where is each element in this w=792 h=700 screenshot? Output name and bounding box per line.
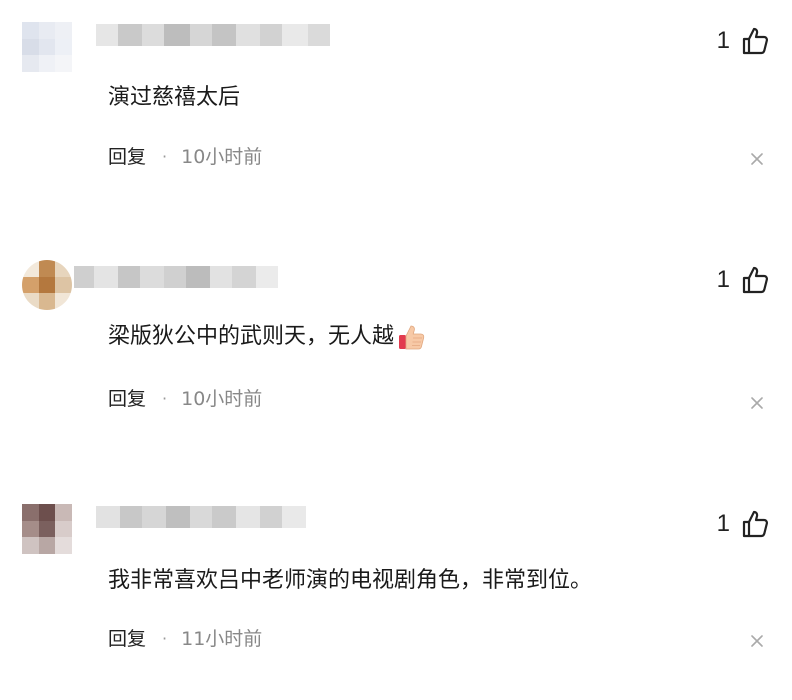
- comment-item: 1 演过慈禧太后 回复 · 10小时前: [0, 0, 792, 240]
- comment-body: 我非常喜欢吕中老师演的电视剧角色，非常到位。: [108, 568, 593, 593]
- separator-dot: ·: [162, 629, 168, 648]
- timestamp: 10小时前: [181, 146, 263, 168]
- username-blurred[interactable]: [96, 506, 306, 528]
- like-button[interactable]: [738, 507, 772, 541]
- close-button[interactable]: [748, 394, 766, 412]
- separator-dot: ·: [162, 147, 168, 166]
- timestamp: 10小时前: [181, 388, 263, 410]
- like-count: 1: [716, 510, 730, 537]
- avatar[interactable]: [22, 260, 72, 310]
- close-icon: [751, 397, 763, 409]
- thumbs-up-icon: [742, 27, 769, 55]
- avatar[interactable]: [22, 504, 72, 554]
- close-icon: [751, 153, 763, 165]
- avatar[interactable]: [22, 22, 72, 72]
- close-icon: [751, 635, 763, 647]
- comment-meta: 回复 · 10小时前: [108, 144, 262, 170]
- thumbs-up-icon: [742, 266, 769, 294]
- like-count: 1: [716, 27, 730, 54]
- comment-body: 演过慈禧太后: [108, 85, 241, 110]
- separator-dot: ·: [162, 389, 168, 408]
- timestamp: 11小时前: [181, 628, 263, 650]
- username-blurred[interactable]: [74, 266, 278, 288]
- close-button[interactable]: [748, 150, 766, 168]
- reply-button[interactable]: 回复: [108, 386, 146, 412]
- like-button[interactable]: [738, 24, 772, 58]
- close-button[interactable]: [748, 632, 766, 650]
- comment-body: 梁版狄公中的武则天，无人越: [108, 324, 395, 349]
- comment-meta: 回复 · 10小时前: [108, 386, 262, 412]
- comment-text: 梁版狄公中的武则天，无人越: [108, 322, 426, 352]
- thumbs-up-emoji-icon: [399, 325, 425, 350]
- comment-item: 1 梁版狄公中的武则天，无人越 回复 · 10小时前: [0, 240, 792, 480]
- like-count: 1: [716, 266, 730, 293]
- comment-item: 1 我非常喜欢吕中老师演的电视剧角色，非常到位。 回复 · 11小时前: [0, 480, 792, 700]
- comment-text: 我非常喜欢吕中老师演的电视剧角色，非常到位。: [108, 566, 592, 596]
- thumbs-up-icon: [742, 510, 769, 538]
- username-blurred[interactable]: [96, 24, 330, 46]
- reply-button[interactable]: 回复: [108, 626, 146, 652]
- comment-meta: 回复 · 11小时前: [108, 626, 262, 652]
- comment-text: 演过慈禧太后: [108, 83, 240, 113]
- like-button[interactable]: [738, 263, 772, 297]
- reply-button[interactable]: 回复: [108, 144, 146, 170]
